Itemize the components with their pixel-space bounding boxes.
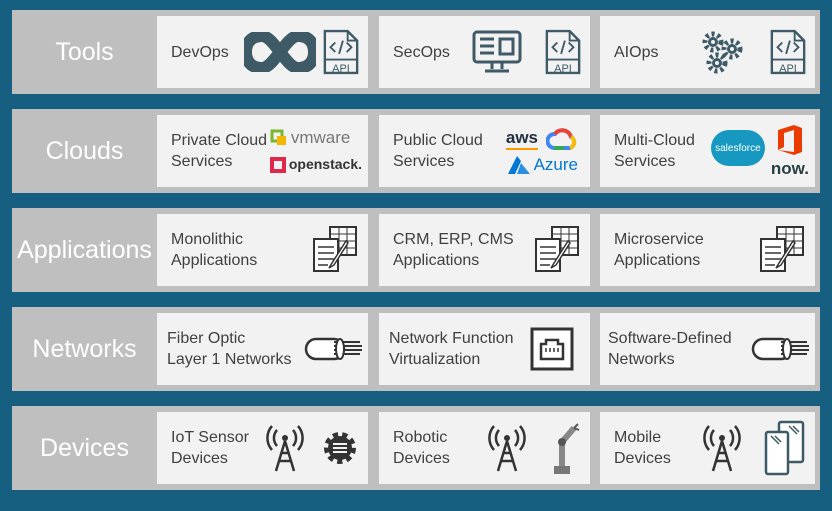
card-fiber-optic: Fiber Optic Layer 1 Networks — [157, 313, 368, 385]
card-label-line2: Devices — [171, 450, 228, 467]
api-file-icon: API — [322, 29, 360, 75]
document-spreadsheet-icon — [310, 225, 360, 275]
card-nfv: Network Function Virtualization — [379, 313, 590, 385]
row-tools: Tools DevOps API SecOps API AIOps API — [12, 10, 820, 94]
api-label: API — [779, 63, 797, 75]
row-label: Clouds — [45, 136, 124, 165]
row-devices: Devices IoT Sensor Devices Robotic Devices… — [12, 406, 820, 490]
card-label-line1: IoT Sensor — [171, 429, 249, 446]
row-label: Applications — [17, 235, 152, 264]
openstack-logo-icon — [269, 156, 286, 173]
card-label-line2: Services — [393, 153, 455, 170]
azure-logo-icon — [507, 155, 530, 174]
document-spreadsheet-icon — [757, 225, 807, 275]
card-crm-erp-cms: CRM, ERP, CMS Applications — [379, 214, 590, 286]
card-secops: SecOps API — [379, 16, 590, 88]
card-sdn: Software-Defined Networks — [600, 313, 815, 385]
google-cloud-icon — [546, 127, 577, 150]
card-label-line1: Software-Defined — [608, 330, 732, 347]
card-aiops: AIOps API — [600, 16, 815, 88]
card-label-line2: Applications — [614, 252, 701, 269]
card-multi-cloud: Multi-Cloud Services salesforce now. — [600, 115, 815, 187]
card-label-line1: Robotic — [393, 429, 448, 446]
card-robotic: Robotic Devices — [379, 412, 590, 484]
devops-loop-icon — [244, 32, 316, 72]
card-label-line2: Devices — [614, 450, 671, 467]
card-label-line1: Monolithic — [171, 231, 244, 248]
row-clouds: Clouds Private Cloud Services vmware open… — [12, 109, 820, 193]
robot-arm-icon — [554, 423, 580, 474]
salesforce-logo-text: salesforce — [715, 142, 761, 154]
card-label: DevOps — [171, 43, 229, 61]
servicenow-logo: now. — [770, 158, 809, 178]
card-label-line2: Services — [171, 153, 233, 170]
card-devops: DevOps API — [157, 16, 368, 88]
mobile-devices-icon — [764, 420, 805, 476]
vmware-logo-text: vmware — [290, 128, 351, 147]
fiber-cable-icon — [304, 334, 364, 364]
vmware-logo-icon — [270, 129, 286, 145]
sensor-gear-icon — [324, 432, 356, 464]
antenna-tower-icon — [260, 423, 310, 473]
row-applications: Applications Monolithic Applications CRM,… — [12, 208, 820, 292]
card-label-line1: Fiber Optic — [167, 330, 246, 347]
card-private-cloud: Private Cloud Services vmware openstack. — [157, 115, 368, 187]
gears-icon — [702, 31, 743, 74]
api-label: API — [554, 63, 572, 75]
row-label: Devices — [40, 433, 129, 462]
openstack-logo-text: openstack. — [288, 156, 362, 172]
aws-logo: aws — [505, 127, 538, 150]
card-label-line2: Applications — [171, 252, 258, 269]
antenna-tower-icon — [697, 423, 747, 473]
card-label-line1: Private Cloud — [171, 132, 268, 149]
antenna-tower-icon — [482, 423, 532, 473]
row-networks: Networks Fiber Optic Layer 1 Networks Net… — [12, 307, 820, 391]
salesforce-logo: salesforce — [710, 130, 765, 166]
row-label: Networks — [32, 334, 137, 363]
card-label: SecOps — [393, 43, 450, 61]
card-label-line1: Microservice — [614, 231, 704, 248]
card-label-line2: Layer 1 Networks — [167, 351, 292, 368]
card-iot-sensor: IoT Sensor Devices — [157, 412, 368, 484]
card-label: AIOps — [614, 43, 659, 61]
card-label-line1: Public Cloud — [393, 132, 483, 149]
azure-logo-text: Azure — [533, 155, 578, 174]
api-file-icon: API — [769, 29, 807, 75]
card-label-line2: Services — [614, 153, 676, 170]
card-microservice: Microservice Applications — [600, 214, 815, 286]
card-mobile: Mobile Devices — [600, 412, 815, 484]
network-cable-icon — [751, 334, 811, 364]
row-label: Tools — [55, 37, 114, 66]
monitor-icon — [472, 30, 522, 73]
card-label-line2: Applications — [393, 252, 480, 269]
card-monolithic: Monolithic Applications — [157, 214, 368, 286]
card-public-cloud: Public Cloud Services aws Azure — [379, 115, 590, 187]
card-label-line1: Multi-Cloud — [614, 132, 695, 149]
ethernet-port-icon — [530, 327, 574, 371]
card-label-line2: Virtualization — [389, 351, 481, 368]
office-logo-icon — [777, 124, 802, 155]
api-label: API — [332, 63, 350, 75]
document-spreadsheet-icon — [532, 225, 582, 275]
card-label-line2: Devices — [393, 450, 450, 467]
card-label-line1: Mobile — [614, 429, 662, 446]
api-file-icon: API — [544, 29, 582, 75]
card-label-line1: CRM, ERP, CMS — [393, 231, 514, 248]
card-label-line1: Network Function — [389, 330, 514, 347]
card-label-line2: Networks — [608, 351, 675, 368]
